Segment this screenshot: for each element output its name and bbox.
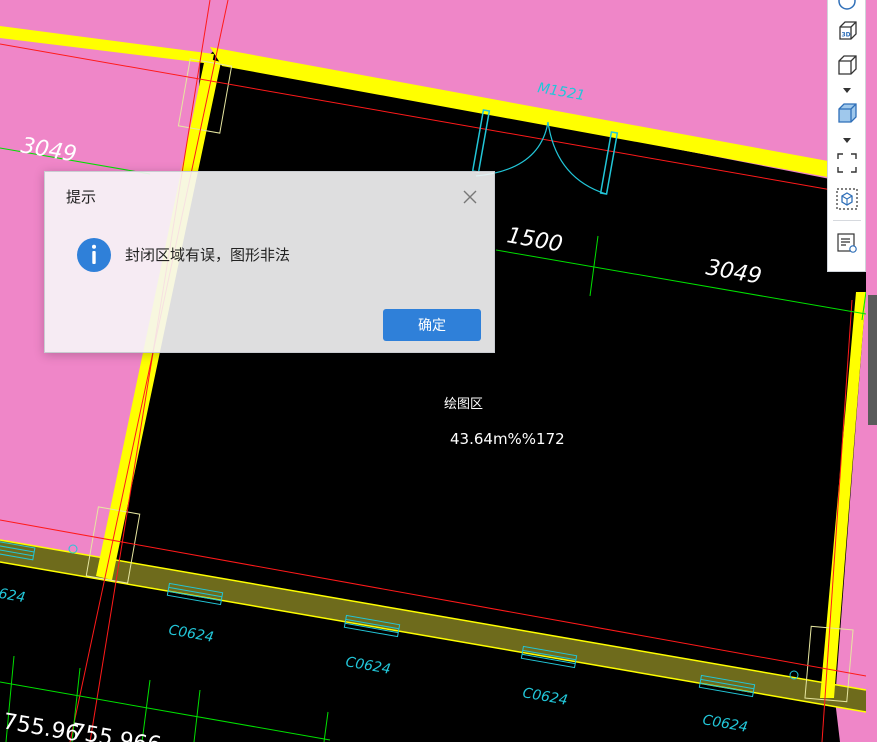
close-icon[interactable] — [459, 186, 481, 208]
room-area: 43.64m%%172 — [450, 430, 565, 448]
view-3d-icon[interactable]: 3D — [834, 18, 860, 44]
info-icon — [77, 238, 111, 272]
error-dialog: 提示 封闭区域有误，图形非法 确定 — [44, 171, 495, 353]
chevron-down-icon[interactable] — [843, 88, 851, 93]
window-label-1: 624 — [0, 586, 26, 606]
toolbar-separator — [833, 220, 861, 221]
window-label-5: C0624 — [701, 712, 748, 736]
view-3d-orbit-icon[interactable] — [834, 0, 860, 14]
chevron-down-icon[interactable] — [843, 138, 851, 143]
select-region-icon[interactable] — [834, 150, 860, 176]
window-label-4: C0624 — [521, 685, 568, 709]
dialog-message: 封闭区域有误，图形非法 — [125, 246, 291, 264]
cad-drawing-canvas[interactable]: M1521 3049 1500 3049 绘图区 43.64m%%172 624… — [0, 0, 877, 742]
box-view-icon[interactable] — [834, 52, 860, 78]
ok-button[interactable]: 确定 — [383, 309, 481, 341]
window-label-3: C0624 — [344, 654, 391, 678]
room-name: 绘图区 — [444, 397, 483, 412]
view-toolbar: 3D — [827, 0, 866, 272]
scrollbar-thumb[interactable] — [868, 295, 877, 425]
bottom-dim-1: 755.96 — [1, 709, 81, 742]
property-list-icon[interactable] — [834, 230, 860, 256]
component-select-icon[interactable] — [834, 186, 860, 212]
dialog-title: 提示 — [66, 188, 97, 206]
solid-box-icon[interactable] — [834, 100, 860, 126]
bottom-dim-2: 755.96 — [69, 719, 149, 742]
dim-tick-b5 — [323, 711, 329, 742]
window-label-2: C0624 — [167, 622, 214, 646]
svg-text:3D: 3D — [842, 32, 851, 39]
